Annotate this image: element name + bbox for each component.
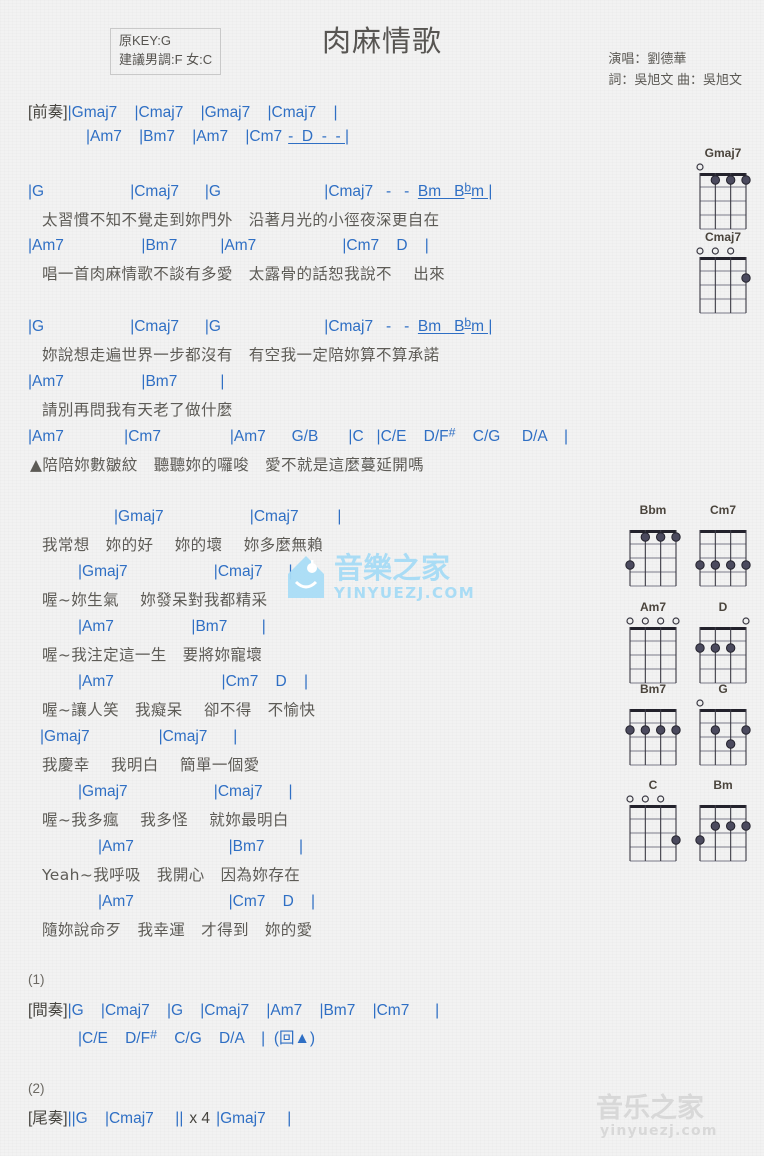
chord-diagram-svg [625,709,681,766]
verse2-chord-line-1: |G |Cmaj7 |G |Cmaj7 - - Bm Bbm | [28,316,493,336]
interlude-chord-line-1: [間奏]|G |Cmaj7 |G |Cmaj7 |Am7 |Bm7 |Cm7 | [28,998,439,1020]
chorus-chord-line-3: |Am7 |Bm7 | [78,618,266,635]
outro-tag: [尾奏] [28,1110,68,1127]
chord-diagram-am7: Am7 [622,600,684,689]
verse1-chord-line-1: |G |Cmaj7 |G |Cmaj7 - - Bm Bbm | [28,181,493,201]
chord-diagram-svg [626,795,681,862]
chord-diagram-name: Gmaj7 [704,146,742,160]
verse2-chords-1c: m | [471,318,493,335]
chord-diagram-bbm: Bbm [622,503,684,592]
chord-diagram-bm7: Bm7 [622,682,684,771]
interlude-chords-2b: C/G D/A | (回▲) [156,1030,315,1047]
verse1-lyric-1: 太習慣不知不覺走到妳門外 沿著月光的小徑夜深更自在 [42,211,440,229]
chorus-chord-line-6: |Gmaj7 |Cmaj7 | [78,783,293,800]
outro-times: x 4 [189,1110,211,1127]
chord-diagram-svg [695,805,751,862]
verse1-chords-1b: Bm B [417,183,465,200]
chord-diagram-bm: Bm [692,778,754,867]
chorus-lyric-8: 隨妳說命歹 我幸運 才得到 妳的愛 [42,921,313,939]
verse2-chords-1b: Bm B [417,318,465,335]
chord-diagram-name: D [718,600,728,614]
chord-diagram-name: Bm [713,778,733,792]
intro-chords-2: |Am7 |Bm7 |Am7 |Cm7 [86,128,283,145]
chorus-lyric-6: 喔~我多瘋 我多怪 就妳最明白 [42,811,289,829]
interlude-chords-1: |G |Cmaj7 |G |Cmaj7 |Am7 |Bm7 |Cm7 | [67,1002,440,1019]
interlude-tag: [間奏] [28,1002,68,1019]
verse2-chords-3a: |Am7 |Cm7 |Am7 G/B |C |C/E D/F [28,428,449,445]
outro-chords-b: |Gmaj7 | [216,1110,292,1127]
intro-chords-1: |Gmaj7 |Cmaj7 |Gmaj7 |Cmaj7 | [67,104,338,121]
verse2-lyric-1: 妳說想走遍世界一步都沒有 有空我一定陪妳算不算承諾 [42,346,440,364]
verse2-lyric-2: 請別再問我有天老了做什麼 [42,401,233,419]
singer-credit: 演唱：劉德華 [608,51,687,66]
chorus-lyric-4: 喔~讓人笑 我癡呆 卻不得 不愉快 [42,701,316,719]
chord-diagram-name: Cmaj7 [704,230,742,244]
chord-diagram-cmaj7: Cmaj7 [692,230,754,319]
intro-chord-line-1: [前奏]|Gmaj7 |Cmaj7 |Gmaj7 |Cmaj7 | [28,100,338,122]
sharp-symbol: # [150,1027,157,1042]
interlude-chords-2a: |C/E D/F [78,1030,151,1047]
chord-diagram-svg [696,247,751,314]
chord-diagram-name: G [718,682,728,696]
chord-diagram-c: C [622,778,684,867]
chord-diagram-svg [696,699,751,766]
chord-diagram-svg [626,617,680,684]
outro-chords-a: ||G |Cmaj7 || [67,1110,184,1127]
chorus-chord-line-7: |Am7 |Bm7 | [98,838,304,855]
interlude-chord-line-2: |C/E D/F# C/G D/A | (回▲) [78,1026,315,1048]
writer-credit: 詞：吳旭文 曲：吳旭文 [608,72,742,88]
chord-diagram-d: D [692,600,754,689]
chord-diagram-gmaj7: Gmaj7 [692,146,754,235]
verse1-chords-1c: m | [471,183,493,200]
chorus-chord-line-2: |Gmaj7 |Cmaj7 | [78,563,293,580]
chorus-lyric-5: 我慶幸 我明白 簡單一個愛 [42,756,260,774]
verse2-chord-line-3: |Am7 |Cm7 |Am7 G/B |C |C/E D/F# C/G D/A … [28,425,569,446]
chord-diagram-name: C [648,778,658,792]
credits: 演唱：劉德華 詞：吳旭文 曲：吳旭文 [608,48,742,91]
chord-diagram-svg [695,530,751,587]
repeat-marker-1: (1) [28,972,45,987]
chord-diagram-svg [696,163,751,230]
chord-diagram-name: Cm7 [709,503,736,517]
chord-diagram-name: Bbm [639,503,667,517]
chord-diagram-svg [695,617,750,684]
chorus-lyric-3: 喔~我注定這一生 要將妳寵壞 [42,646,263,664]
verse2-lyric-3: ▲陪陪妳數皺紋 聽聽妳的囉唆 愛不就是這麼蔓延開嗎 [30,456,425,474]
chord-sheet: 原KEY:G 建議男調:F 女:C 肉麻情歌 演唱：劉德華 詞：吳旭文 曲：吳旭… [0,0,764,1156]
sharp-symbol: # [448,425,456,440]
chorus-chord-line-8: |Am7 |Cm7 D | [98,893,316,910]
chord-diagram-cm7: Cm7 [692,503,754,592]
verse2-chord-line-2: |Am7 |Bm7 | [28,373,225,390]
chord-diagram-g: G [692,682,754,771]
chorus-lyric-7: Yeah~我呼吸 我開心 因為妳存在 [42,866,301,884]
chord-diagram-svg [625,530,681,587]
repeat-marker-2: (2) [28,1081,45,1096]
chorus-chord-line-4: |Am7 |Cm7 D | [78,673,308,690]
intro-tag: [前奏] [28,104,68,121]
verse2-chords-3b: C/G D/A | [455,428,569,445]
chorus-lyric-1: 我常想 妳的好 妳的壞 妳多麼無賴 [42,536,324,554]
intro-chords-2-tail: - D - - | [288,128,349,145]
chorus-chord-line-5: |Gmaj7 |Cmaj7 | [40,728,238,745]
chorus-chord-line-1: |Gmaj7 |Cmaj7 | [114,508,342,525]
chorus-lyric-2: 喔~妳生氣 妳發呆對我都精采 [42,591,268,609]
verse1-chord-line-2: |Am7 |Bm7 |Am7 |Cm7 D | [28,237,429,254]
verse2-chords-1a: |G |Cmaj7 |G |Cmaj7 - - [28,318,418,335]
outro-chord-line: [尾奏]||G |Cmaj7 || x 4 |Gmaj7 | [28,1106,291,1128]
verse1-chords-1a: |G |Cmaj7 |G |Cmaj7 - - [28,183,418,200]
chord-diagram-name: Am7 [639,600,666,614]
intro-chord-line-2: |Am7 |Bm7 |Am7 |Cm7 - D - - | [86,128,349,146]
chord-diagram-name: Bm7 [639,682,666,696]
verse1-lyric-2: 唱一首肉麻情歌不談有多愛 太露骨的話恕我說不 出來 [42,265,445,283]
